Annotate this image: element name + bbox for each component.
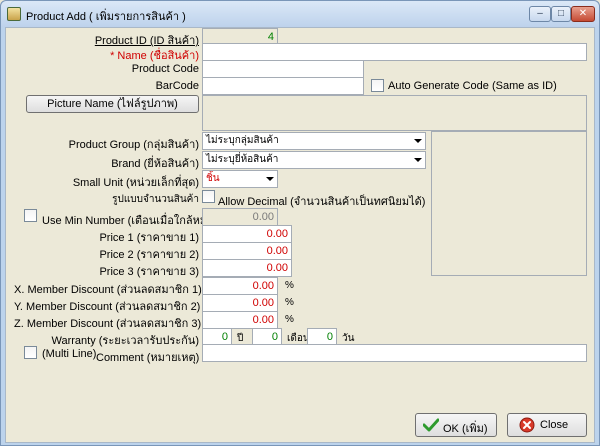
member-x-unit: % [285,280,294,291]
title-bar[interactable]: Product Add ( เพิ่มรายการสินค้า ) – □ ✕ [1,1,599,27]
name-label: * Name (ชื่อสินค้า) [110,50,199,62]
product-group-label: Product Group (กลุ่มสินค้า) [68,139,199,151]
ok-button[interactable]: OK (เพิ่ม) [415,413,497,437]
member-y-unit: % [285,297,294,308]
app-icon [7,7,21,21]
picture-name-display [202,95,587,131]
close-circle-icon [519,417,535,433]
chevron-down-icon [414,158,422,162]
price1-input[interactable]: 0.00 [202,225,292,243]
price1-label: Price 1 (ราคาขาย 1) [99,232,199,244]
auto-generate-label: Auto Generate Code (Same as ID) [388,80,557,92]
allow-decimal-checkbox[interactable] [202,190,215,203]
maximize-button[interactable]: □ [551,6,571,22]
price3-label: Price 3 (ราคาขาย 3) [99,266,199,278]
product-group-value: ไม่ระบุกลุ่มสินค้า [206,135,279,146]
price3-input[interactable]: 0.00 [202,259,292,277]
use-min-number-checkbox[interactable] [24,209,37,222]
window-title: Product Add ( เพิ่มรายการสินค้า ) [26,11,186,23]
small-unit-select[interactable]: ชิ้น [202,170,278,188]
close-button[interactable]: Close [507,413,587,437]
small-unit-label: Small Unit (หน่วยเล็กที่สุด) [72,177,199,189]
close-button-label: Close [540,419,569,431]
small-unit-value: ชิ้น [206,173,220,184]
brand-select[interactable]: ไม่ระบุยี่ห้อสินค้า [202,151,426,169]
multi-line-label: (Multi Line) [42,348,97,360]
product-code-label: Product Code [131,63,199,75]
quantity-format-label: รูปแบบจำนวนสินค้า [112,194,199,205]
ok-button-label: OK (เพิ่ม) [443,423,488,435]
barcode-label: BarCode [155,80,199,92]
member-x-input[interactable]: 0.00 [202,277,278,295]
member-y-input[interactable]: 0.00 [202,294,278,312]
comment-input[interactable] [202,344,587,362]
price2-input[interactable]: 0.00 [202,242,292,260]
close-window-button[interactable]: ✕ [571,6,595,22]
brand-value: ไม่ระบุยี่ห้อสินค้า [206,154,279,165]
auto-generate-checkbox[interactable] [371,79,384,92]
product-code-input[interactable] [202,60,364,78]
member-y-label: Y. Member Discount (ส่วนลดสมาชิก 2) [14,301,201,313]
warranty-label: Warranty (ระยะเวลารับประกัน) [51,335,200,347]
multi-line-checkbox[interactable] [24,346,37,359]
chevron-down-icon [414,139,422,143]
member-z-unit: % [285,314,294,325]
brand-label: Brand (ยี่ห้อสินค้า) [111,158,199,170]
min-number-field: 0.00 [202,208,278,226]
use-min-number-label: Use Min Number (เตือนเมื่อใกล้หมด) [42,215,218,227]
member-x-label: X. Member Discount (ส่วนลดสมาชิก 1) [14,284,202,296]
product-image-preview [431,131,587,276]
checkmark-icon [423,418,439,432]
member-z-input[interactable]: 0.00 [202,311,278,329]
comment-label: Comment (หมายเหตุ) [96,352,200,364]
form-area: Product ID (ID สินค้า) 4 * Name (ชื่อสิน… [5,27,595,443]
product-add-window: Product Add ( เพิ่มรายการสินค้า ) – □ ✕ … [0,0,600,446]
barcode-input[interactable] [202,77,364,95]
product-group-select[interactable]: ไม่ระบุกลุ่มสินค้า [202,132,426,150]
member-z-label: Z. Member Discount (ส่วนลดสมาชิก 3) [14,318,202,330]
picture-name-button[interactable]: Picture Name (ไฟล์รูปภาพ) [26,95,199,113]
chevron-down-icon [266,177,274,181]
minimize-button[interactable]: – [529,6,551,22]
name-input[interactable] [202,43,587,61]
price2-label: Price 2 (ราคาขาย 2) [99,249,199,261]
